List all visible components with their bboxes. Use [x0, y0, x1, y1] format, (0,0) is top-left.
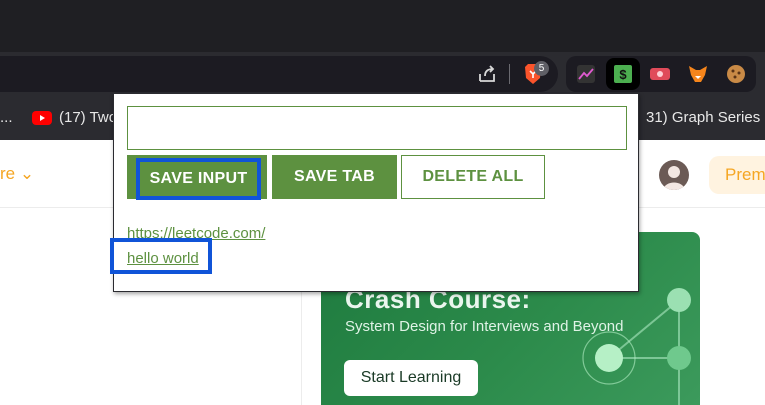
ticket-extension-icon[interactable] — [648, 62, 672, 86]
cookie-icon[interactable] — [724, 62, 748, 86]
start-learning-button[interactable]: Start Learning — [344, 360, 478, 396]
delete-all-button[interactable]: DELETE ALL — [401, 155, 545, 199]
save-input-highlight: SAVE INPUT — [136, 158, 261, 200]
bookmark-graph-series[interactable]: 31) Graph Series by — [646, 109, 765, 126]
avatar[interactable] — [659, 160, 689, 190]
nav-explore[interactable]: re ⌄ — [0, 164, 34, 184]
save-input-button[interactable]: SAVE INPUT — [127, 155, 267, 200]
premium-button[interactable]: Prem — [709, 156, 765, 194]
extension-popup: SAVE INPUT SAVE TAB DELETE ALL https://l… — [110, 93, 639, 292]
bookmark-ellipsis[interactable]: ... — [0, 109, 13, 126]
tab-strip — [0, 0, 765, 52]
bookmark-youtube[interactable]: (17) Two — [59, 109, 117, 126]
brave-badge: 5 — [534, 61, 549, 76]
banner-subtitle: System Design for Interviews and Beyond — [345, 318, 624, 335]
youtube-icon — [32, 111, 52, 125]
metamask-fox-icon[interactable] — [686, 62, 710, 86]
dollar-extension-icon[interactable]: $ — [611, 62, 635, 86]
share-icon[interactable] — [475, 62, 499, 86]
lead-input[interactable] — [127, 106, 627, 150]
save-tab-button[interactable]: SAVE TAB — [272, 155, 397, 199]
svg-text:$: $ — [619, 67, 627, 82]
chart-extension-icon[interactable] — [574, 62, 598, 86]
toolbar-separator — [509, 64, 510, 84]
chevron-down-icon: ⌄ — [19, 164, 35, 183]
lead-link[interactable]: hello world — [127, 250, 199, 267]
